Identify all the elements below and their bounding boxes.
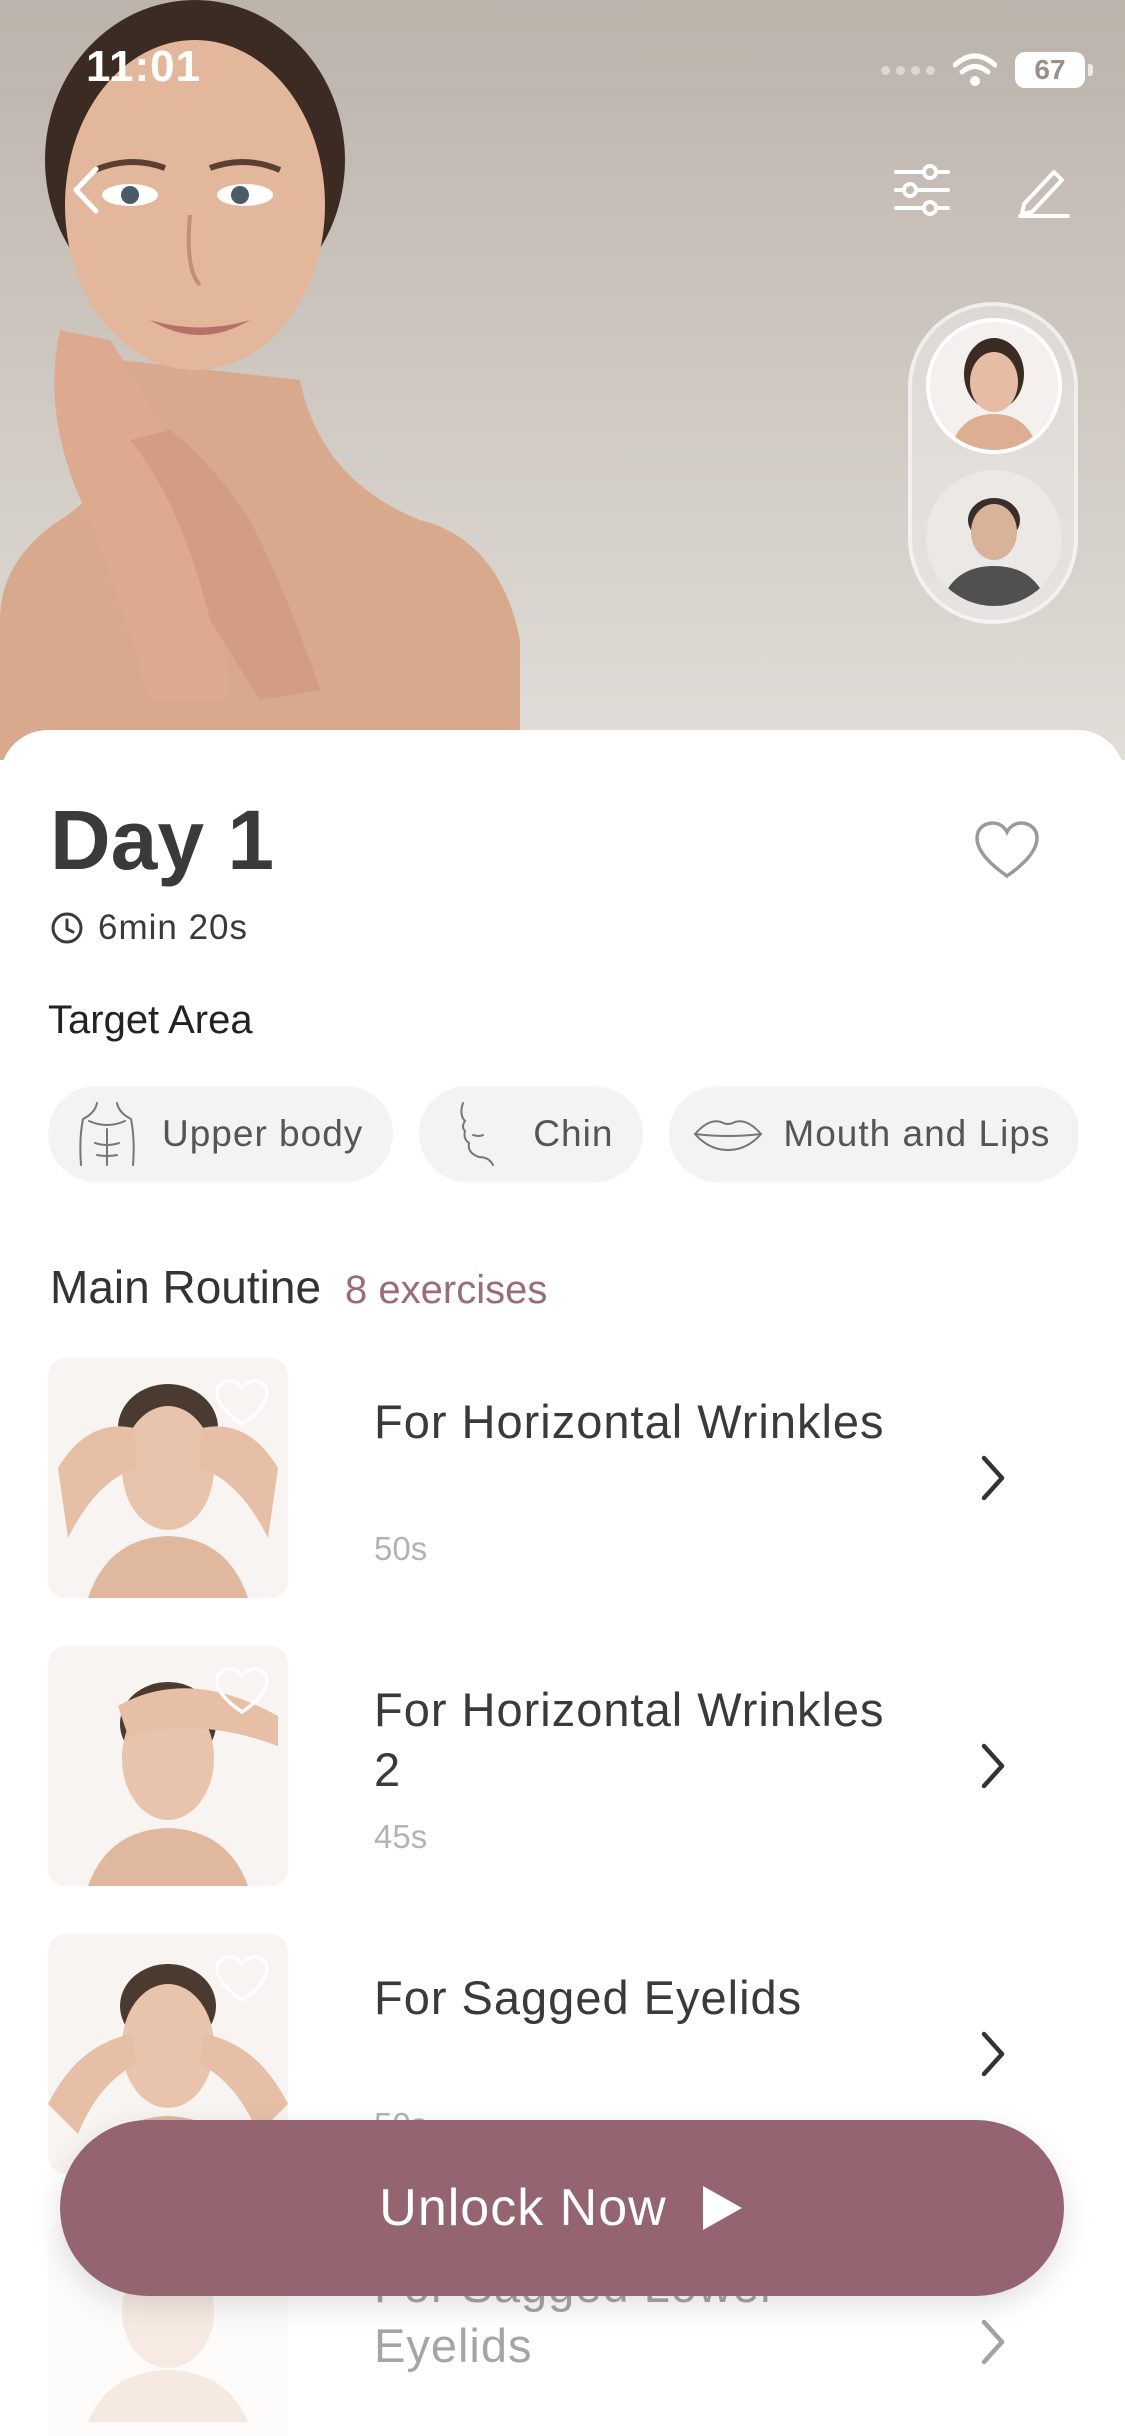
signal-icon — [881, 65, 935, 75]
upper-body-icon — [72, 1099, 142, 1169]
routine-count: 8 exercises — [345, 1268, 548, 1312]
page-title: Day 1 — [50, 793, 275, 887]
hero-banner: 11:01 67 — [0, 0, 1125, 760]
back-button[interactable] — [60, 160, 110, 220]
chevron-left-icon — [73, 166, 99, 214]
exercise-duration: 50s — [374, 1530, 428, 1567]
chin-icon — [443, 1099, 513, 1169]
female-avatar-image — [930, 322, 1058, 450]
unlock-button-label: Unlock Now — [379, 2179, 667, 2237]
chevron-right-icon[interactable] — [968, 2312, 1018, 2372]
unlock-now-button[interactable]: Unlock Now — [60, 2120, 1064, 2296]
favorite-heart-icon[interactable] — [974, 820, 1040, 880]
routine-header: Main Routine 8 exercises — [50, 1260, 547, 1314]
exercise-favorite-icon[interactable] — [214, 1666, 270, 1716]
chip-label: Mouth and Lips — [783, 1113, 1051, 1154]
battery-icon: 67 — [1015, 52, 1093, 88]
play-icon — [702, 2186, 742, 2230]
exercise-title: For Sagged Eyelids — [374, 1971, 803, 2024]
duration-text: 6min 20s — [98, 908, 249, 947]
wifi-icon — [953, 53, 997, 86]
clock-icon — [51, 912, 83, 944]
battery-level: 67 — [1034, 54, 1066, 85]
status-indicators: 67 — [881, 50, 1093, 90]
exercise-duration: 45s — [374, 1818, 428, 1855]
target-area-chips: Upper body Chin Mouth and Lips — [48, 1086, 1078, 1186]
chip-mouth-and-lips[interactable]: Mouth and Lips — [669, 1086, 1078, 1182]
lips-icon — [693, 1099, 763, 1169]
pencil-icon — [1018, 170, 1070, 218]
edit-button[interactable] — [1012, 158, 1076, 222]
chevron-right-icon[interactable] — [968, 2024, 1018, 2084]
exercise-title: For Horizontal Wrinkles 2 — [374, 1683, 885, 1796]
exercise-title: For Horizontal Wrinkles — [374, 1395, 885, 1448]
male-avatar-image — [926, 470, 1062, 606]
chevron-right-icon[interactable] — [968, 1448, 1018, 1508]
status-time: 11:01 — [86, 42, 202, 91]
chevron-right-icon[interactable] — [968, 1736, 1018, 1796]
target-area-label: Target Area — [48, 998, 253, 1042]
female-avatar[interactable] — [926, 318, 1062, 454]
exercise-favorite-icon[interactable] — [214, 1954, 270, 2004]
filter-button[interactable] — [890, 158, 954, 222]
sliders-icon — [894, 164, 950, 216]
exercise-favorite-icon[interactable] — [214, 1378, 270, 1428]
chip-upper-body[interactable]: Upper body — [48, 1086, 394, 1182]
exercise-item[interactable]: For Horizontal Wrinkles 2 45s — [48, 1646, 1078, 1886]
male-avatar[interactable] — [926, 470, 1062, 606]
chip-label: Chin — [533, 1113, 614, 1154]
exercise-item[interactable]: For Horizontal Wrinkles 50s — [48, 1358, 1078, 1598]
status-bar: 11:01 67 — [0, 0, 1125, 140]
chip-label: Upper body — [162, 1113, 364, 1154]
chip-chin[interactable]: Chin — [419, 1086, 644, 1182]
avatar-switcher — [908, 302, 1078, 624]
duration: 6min 20s — [50, 908, 248, 948]
routine-title: Main Routine — [50, 1261, 322, 1313]
